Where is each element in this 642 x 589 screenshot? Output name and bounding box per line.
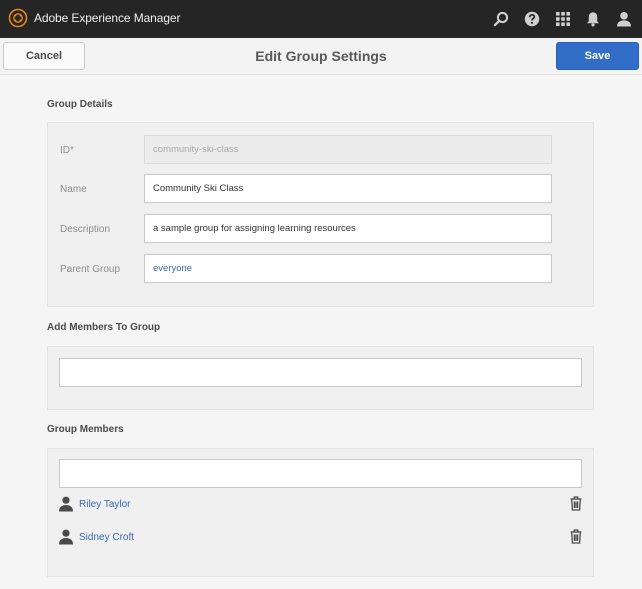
search-icon[interactable] xyxy=(491,9,511,29)
parent-group-label: Parent Group xyxy=(60,264,121,275)
description-field[interactable]: a sample group for assigning learning re… xyxy=(144,214,552,243)
help-icon[interactable] xyxy=(522,9,542,29)
description-label: Description xyxy=(60,224,111,235)
name-label: Name xyxy=(60,184,87,195)
page-title: Edit Group Settings xyxy=(255,48,387,64)
bell-icon[interactable] xyxy=(583,9,603,29)
id-field[interactable]: community-ski-class xyxy=(144,135,552,164)
group-details-panel: ID* community-ski-class Name Community S… xyxy=(47,122,594,307)
parent-group-field[interactable]: everyone xyxy=(144,254,552,283)
id-label: ID* xyxy=(60,145,74,156)
add-members-heading: Add Members To Group xyxy=(47,322,161,333)
apps-grid-icon[interactable] xyxy=(553,9,573,29)
list-item: Sidney Croft xyxy=(59,529,582,547)
group-members-heading: Group Members xyxy=(47,424,124,435)
action-bar: Cancel Edit Group Settings Save xyxy=(0,38,642,75)
user-icon xyxy=(59,496,73,512)
user-icon xyxy=(59,529,73,545)
trash-icon[interactable] xyxy=(570,529,582,544)
trash-icon[interactable] xyxy=(570,496,582,511)
group-members-panel: Riley Taylor Sidney Croft xyxy=(47,448,594,577)
members-filter-input[interactable] xyxy=(59,459,582,488)
user-icon[interactable] xyxy=(614,9,634,29)
top-bar: Adobe Experience Manager xyxy=(0,0,642,38)
member-name[interactable]: Riley Taylor xyxy=(79,499,131,510)
group-details-heading: Group Details xyxy=(47,99,113,110)
aem-logo-icon[interactable] xyxy=(8,8,28,28)
list-item: Riley Taylor xyxy=(59,496,582,514)
name-field[interactable]: Community Ski Class xyxy=(144,174,552,203)
member-name[interactable]: Sidney Croft xyxy=(79,532,134,543)
app-title[interactable]: Adobe Experience Manager xyxy=(34,11,180,25)
add-members-panel xyxy=(47,346,594,410)
save-button[interactable]: Save xyxy=(556,42,639,70)
add-members-input[interactable] xyxy=(59,358,582,387)
